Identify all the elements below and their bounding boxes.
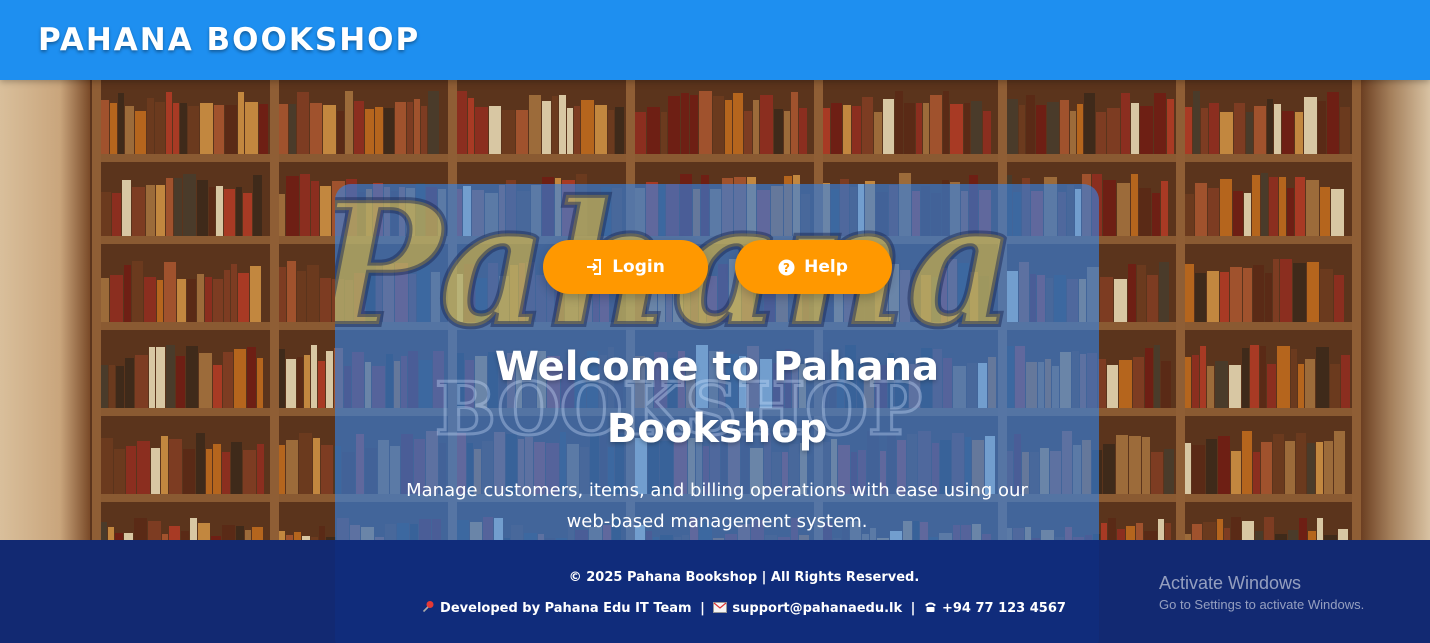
svg-text:?: ? [783,261,790,275]
question-circle-icon: ? [778,259,795,276]
welcome-title: Welcome to Pahana Bookshop [494,344,940,452]
footer-separator: | [700,601,705,616]
login-label: Login [612,257,665,277]
watermark-title: Activate Windows [1159,573,1302,593]
footer-developer: Developed by Pahana Edu IT Team [440,601,692,616]
login-button[interactable]: Login [542,240,708,294]
footer-phone: +94 77 123 4567 [941,601,1066,616]
sign-in-icon [585,258,603,276]
footer-separator: | [910,601,916,616]
site-header: PAHANA BOOKSHOP [0,0,1430,80]
hero-actions: Login ? Help [335,240,1099,294]
help-label: Help [804,257,848,277]
envelope-icon [713,602,728,617]
welcome-description: Manage customers, items, and billing ope… [406,480,1028,532]
pushpin-icon [422,600,435,617]
help-button[interactable]: ? Help [734,240,892,294]
brand-logo-text[interactable]: PAHANA BOOKSHOP [38,22,420,58]
watermark-subtitle: Go to Settings to activate Windows. [1159,597,1365,612]
telephone-icon [924,601,937,617]
footer-email-link[interactable]: support@pahanaedu.lk [732,601,902,616]
activate-windows-watermark: Activate Windows Go to Settings to activ… [1159,573,1364,612]
